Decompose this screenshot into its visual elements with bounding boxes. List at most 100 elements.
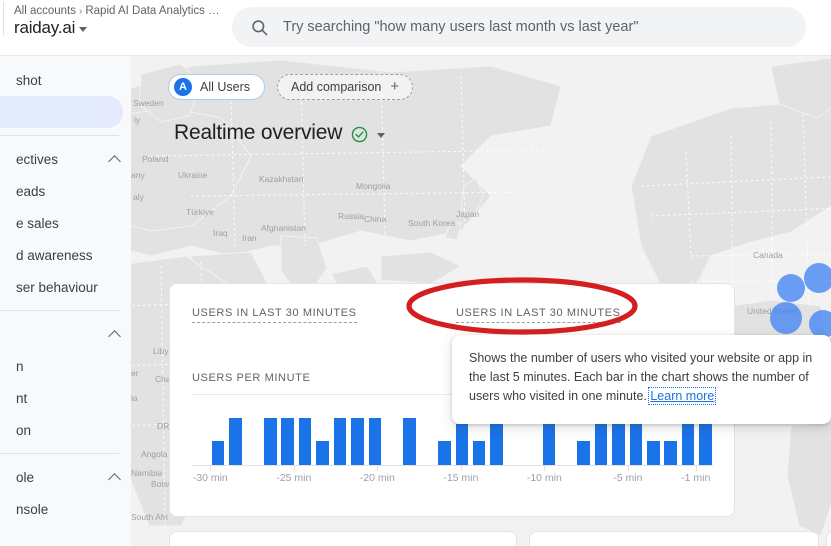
card-header-row: USERS IN LAST 30 MINUTES USERS IN LAST 3… <box>170 284 734 336</box>
chart-tick-label: -30 min <box>192 472 228 484</box>
chart-bar-slot[interactable] <box>279 406 296 465</box>
map-user-marker[interactable] <box>809 310 831 338</box>
chart-bar-slot[interactable] <box>314 406 331 465</box>
bottom-card-left[interactable] <box>169 531 517 546</box>
metric-tooltip: Shows the number of users who visited yo… <box>452 335 831 424</box>
chart-tick-mark <box>544 466 546 471</box>
sidebar-item-eads[interactable]: eads <box>0 175 131 207</box>
all-users-avatar-icon: A <box>174 78 192 96</box>
chart-baseline <box>192 465 714 466</box>
chart-bar[interactable] <box>264 417 277 465</box>
chart-bar-slot[interactable] <box>418 406 435 465</box>
add-comparison-label: Add comparison <box>291 80 382 94</box>
sidebar-group-9[interactable] <box>0 318 131 350</box>
page-title-dropdown-icon[interactable] <box>377 132 386 138</box>
chart-bar-slot[interactable] <box>227 406 244 465</box>
sidebar-item-label: eads <box>16 183 46 199</box>
caret-down-icon[interactable] <box>79 27 88 32</box>
chart-bar-slot[interactable] <box>401 406 418 465</box>
chart-bar[interactable] <box>472 441 486 465</box>
chart-bar-slot[interactable] <box>244 406 261 465</box>
comparison-chips-row: A All Users Add comparison + <box>168 74 414 100</box>
chart-bar-slot[interactable] <box>331 406 348 465</box>
sidebar-item-on[interactable]: on <box>0 414 131 446</box>
left-sidebar[interactable]: shot ectives eads e sales d awareness ser beh… <box>0 56 131 546</box>
sidebar-item-label: shot <box>16 72 42 88</box>
sidebar-group-ole[interactable]: ole <box>0 461 131 493</box>
sidebar-item-label: nsole <box>16 501 49 517</box>
chart-bar-slot[interactable] <box>296 406 313 465</box>
map-user-marker[interactable] <box>777 274 805 302</box>
chart-bar[interactable] <box>403 417 416 465</box>
chart-bar[interactable] <box>298 417 312 465</box>
chevron-up-icon[interactable] <box>108 154 121 168</box>
chart-bar[interactable] <box>333 417 347 465</box>
app-root: FinlandSwedenlyPolandanyUkrainealyTürkiy… <box>0 0 831 546</box>
chart-tick-mark <box>377 466 379 471</box>
sidebar-item-label: ser behaviour <box>16 279 98 295</box>
chart-bar[interactable] <box>211 441 225 465</box>
sidebar-item-nt[interactable]: nt <box>0 382 131 414</box>
chart-bar[interactable] <box>647 441 660 465</box>
chart-tick-mark <box>210 466 212 471</box>
chart-tick-mark <box>460 466 462 471</box>
chart-bar-slot[interactable] <box>366 406 383 465</box>
chart-bar[interactable] <box>351 417 364 465</box>
page-title-row: Realtime overview <box>174 121 386 145</box>
check-circle-icon[interactable] <box>351 126 368 143</box>
sidebar-item-1[interactable] <box>0 96 123 128</box>
sidebar-divider <box>0 453 119 454</box>
chart-bar-slot[interactable] <box>383 406 400 465</box>
chip-all-users[interactable]: A All Users <box>168 74 266 100</box>
bottom-card-right[interactable] <box>529 531 819 546</box>
chip-all-users-label: All Users <box>200 80 251 94</box>
chart-bar-slot[interactable] <box>209 406 226 465</box>
property-selector[interactable]: raiday.ai <box>14 18 220 38</box>
breadcrumb-all-accounts[interactable]: All accounts <box>14 5 76 17</box>
metric-label-users-last-30-left[interactable]: USERS IN LAST 30 MINUTES <box>192 307 357 323</box>
account-block: All accounts › Rapid AI Data Analytics …… <box>14 5 220 38</box>
breadcrumb-property[interactable]: Rapid AI Data Analytics … <box>85 5 219 17</box>
chart-tick-label: -1 min <box>681 472 711 484</box>
search-bar[interactable] <box>232 7 806 47</box>
breadcrumb-separator-icon: › <box>79 5 83 17</box>
add-comparison-button[interactable]: Add comparison + <box>277 74 414 100</box>
map-user-marker[interactable] <box>770 302 802 334</box>
sidebar-item-label: on <box>16 422 32 438</box>
sidebar-item-n[interactable]: n <box>0 350 131 382</box>
chart-bar-slot[interactable] <box>262 406 279 465</box>
sidebar-item-e sales[interactable]: e sales <box>0 207 131 239</box>
sidebar-item-label: n <box>16 358 24 374</box>
chart-x-axis: -30 min -25 min -20 min -15 min -10 min -5 mi… <box>192 466 714 488</box>
chart-bar[interactable] <box>281 417 294 465</box>
breadcrumb[interactable]: All accounts › Rapid AI Data Analytics … <box>14 5 220 17</box>
sidebar-item-label: nt <box>16 390 28 406</box>
tooltip-body: Shows the number of users who visited yo… <box>469 349 814 406</box>
sidebar-item-nsole[interactable]: nsole <box>0 493 131 525</box>
metric-label-users-last-30-right[interactable]: USERS IN LAST 30 MINUTES <box>456 307 621 323</box>
chart-bar[interactable] <box>629 417 643 465</box>
chart-bar[interactable] <box>664 441 677 465</box>
sidebar-item-d awareness[interactable]: d awareness <box>0 239 131 271</box>
chart-bar[interactable] <box>368 417 382 465</box>
chart-bar[interactable] <box>542 417 556 465</box>
chevron-up-icon[interactable] <box>108 472 121 486</box>
chart-bar-slot[interactable] <box>436 406 453 465</box>
chart-bar-slot[interactable] <box>349 406 366 465</box>
chart-bar[interactable] <box>455 423 469 465</box>
chart-bar[interactable] <box>612 417 625 465</box>
chevron-up-icon[interactable] <box>108 329 121 343</box>
bottom-card-far-right[interactable] <box>826 531 831 546</box>
sidebar-item-shot[interactable]: shot <box>0 64 131 96</box>
chart-bar[interactable] <box>316 441 329 465</box>
map-user-marker[interactable] <box>804 263 831 293</box>
chart-bar-slot[interactable] <box>192 406 209 465</box>
learn-more-link[interactable]: Learn more <box>648 387 717 405</box>
chart-bar[interactable] <box>490 417 503 465</box>
search-input[interactable] <box>283 19 788 35</box>
chart-bar[interactable] <box>229 417 242 465</box>
chart-bar[interactable] <box>577 441 590 465</box>
sidebar-item-ser behaviour[interactable]: ser behaviour <box>0 271 131 303</box>
sidebar-group-ectives[interactable]: ectives <box>0 143 131 175</box>
chart-bar[interactable] <box>438 441 451 465</box>
